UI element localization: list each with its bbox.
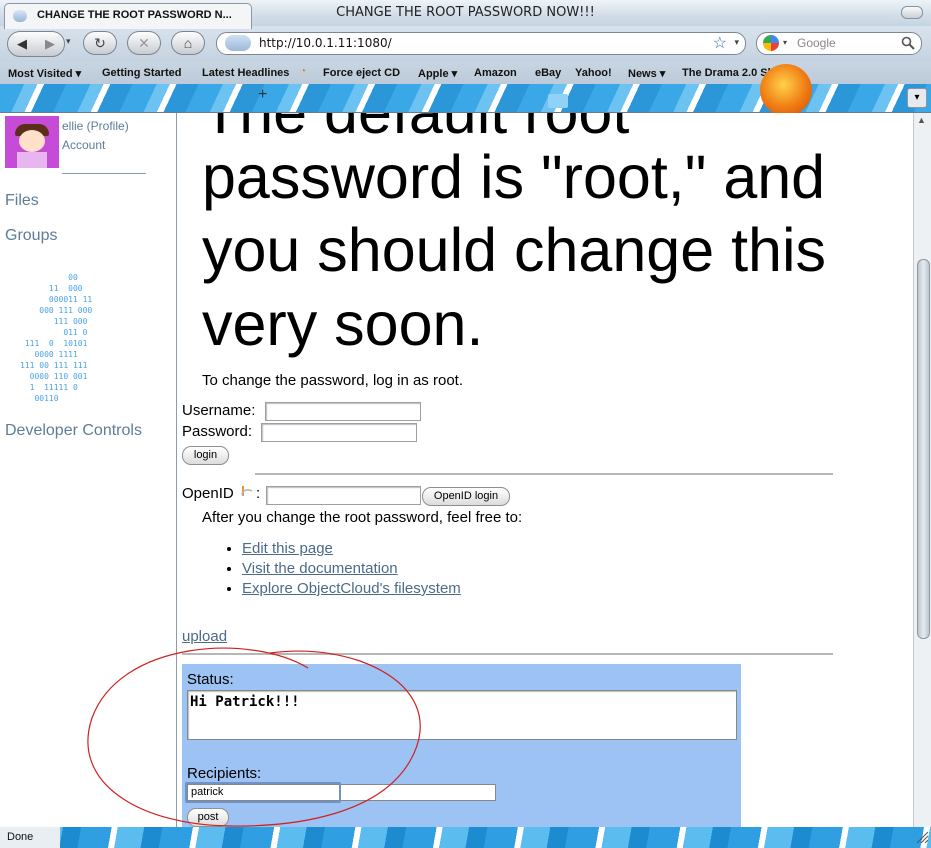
firefox-logo [760,64,812,116]
resize-grip-icon[interactable] [915,830,929,844]
history-dropdown-icon[interactable]: ▾ [66,36,71,47]
url-text[interactable]: http://10.0.1.11:1080/ [259,36,392,50]
search-icon[interactable] [901,36,915,50]
login-button[interactable]: login [182,446,229,465]
password-field[interactable] [261,423,417,442]
username-label: Username: [182,402,256,419]
filesystem-link[interactable]: Explore ObjectCloud's filesystem [242,580,461,597]
tab-list-button[interactable]: ▾ [907,88,927,108]
headline-line-3: you should change this [202,216,826,284]
documentation-link[interactable]: Visit the documentation [242,560,398,577]
bookmark-most-visited[interactable]: Most Visited ▾ [8,67,81,80]
tab-label[interactable]: CHANGE THE ROOT PASSWORD N... [37,9,232,21]
bookmark-amazon[interactable]: Amazon [474,67,517,79]
tab-strip [0,64,931,116]
stop-button[interactable]: ✕ [127,31,161,55]
back-button[interactable]: ◀ [8,32,36,56]
edit-page-link[interactable]: Edit this page [242,540,333,557]
sidebar-item-developer-controls[interactable]: Developer Controls [5,422,142,440]
site-identity-icon[interactable] [225,35,251,51]
list-item: Edit this page [242,539,461,559]
openid-label: OpenID [182,485,234,502]
upload-link[interactable]: upload [182,628,227,645]
search-input[interactable]: Google [797,36,836,50]
after-change-text: After you change the root password, feel… [202,509,523,526]
bookmark-ebay[interactable]: eBay [535,67,561,79]
headline-line-4: very soon. [202,290,484,358]
headline-line-2: password is "root," and [202,143,826,211]
tab-active[interactable]: CHANGE THE ROOT PASSWORD N... [4,3,252,29]
avatar-body [17,152,47,168]
bookmark-star-icon[interactable]: ☆ [713,33,727,53]
post-button[interactable]: post [187,808,229,827]
reload-button[interactable]: ↻ [83,31,117,55]
bookmark-news[interactable]: News ▾ [628,67,665,80]
rss-icon: ◔ [300,66,307,77]
reload-icon: ↻ [94,35,106,51]
bookmark-latest-headlines[interactable]: Latest Headlines [202,67,289,79]
divider [182,653,833,655]
action-links-list: Edit this page Visit the documentation E… [224,539,461,599]
home-button[interactable]: ⌂ [171,31,205,55]
google-engine-icon[interactable] [763,35,779,51]
openid-field[interactable] [266,486,421,505]
status-text: Done [0,827,60,848]
bookmark-getting-started[interactable]: Getting Started [102,67,181,79]
new-tab-button[interactable]: + [258,86,267,104]
forward-button[interactable]: ▶ [36,32,64,56]
list-item: Visit the documentation [242,559,461,579]
status-panel: Status: Hi Patrick!!! Recipients: patric… [182,664,741,827]
profile-link[interactable]: ellie (Profile) [62,119,129,133]
sidebar: ellie (Profile) Account Files Groups 00 … [0,113,177,827]
scrollbar-thumb[interactable] [917,259,930,639]
page-content: ellie (Profile) Account Files Groups 00 … [0,113,913,827]
url-bar[interactable]: http://10.0.1.11:1080/ ☆ ▾ [216,32,746,55]
openid-icon [241,486,253,497]
sidebar-item-groups[interactable]: Groups [5,227,57,245]
engine-dropdown-icon[interactable]: ▾ [783,38,787,47]
page-favicon-icon [13,10,27,22]
list-item: Explore ObjectCloud's filesystem [242,579,461,599]
status-textarea[interactable]: Hi Patrick!!! [187,690,737,740]
openid-colon: : [256,485,261,502]
scroll-up-icon[interactable]: ▲ [917,115,926,125]
status-bar: Done [0,827,931,848]
stop-icon: ✕ [138,35,150,51]
bookmark-yahoo[interactable]: Yahoo! [575,67,612,79]
toolbar-toggle-button[interactable] [901,6,923,19]
home-icon: ⌂ [183,35,193,51]
divider [255,473,833,475]
back-forward-group: ◀ ▶ [7,31,65,57]
sidebar-divider [62,173,146,174]
binary-art-logo: 00 11 000 000011 11 000 111 000 111 000 … [20,273,93,403]
search-bar[interactable]: ▾ Google [756,32,922,55]
avatar[interactable] [5,116,59,168]
theme-decoration [548,94,568,108]
url-dropdown-icon[interactable]: ▾ [734,37,739,48]
intro-text: To change the password, log in as root. [202,372,463,389]
bookmark-apple[interactable]: Apple ▾ [418,67,457,80]
avatar-face [19,130,45,152]
account-link[interactable]: Account [62,138,105,152]
status-label: Status: [187,671,234,688]
focus-ring [185,782,341,803]
password-label: Password: [182,423,253,440]
openid-login-button[interactable]: OpenID login [422,487,510,506]
forward-arrow-icon: ▶ [45,36,55,51]
bookmark-force-eject-cd[interactable]: Force eject CD [323,67,400,79]
recipients-label: Recipients: [187,765,262,782]
username-field[interactable] [265,402,421,421]
back-arrow-icon: ◀ [17,36,27,51]
sidebar-item-files[interactable]: Files [5,192,39,210]
main-content: The default root password is "root," and… [182,113,913,827]
navigation-toolbar: ◀ ▶ ▾ ↻ ✕ ⌂ http://10.0.1.11:1080/ ☆ ▾ ▾… [0,26,931,62]
vertical-scrollbar[interactable]: ▲ [913,113,931,827]
